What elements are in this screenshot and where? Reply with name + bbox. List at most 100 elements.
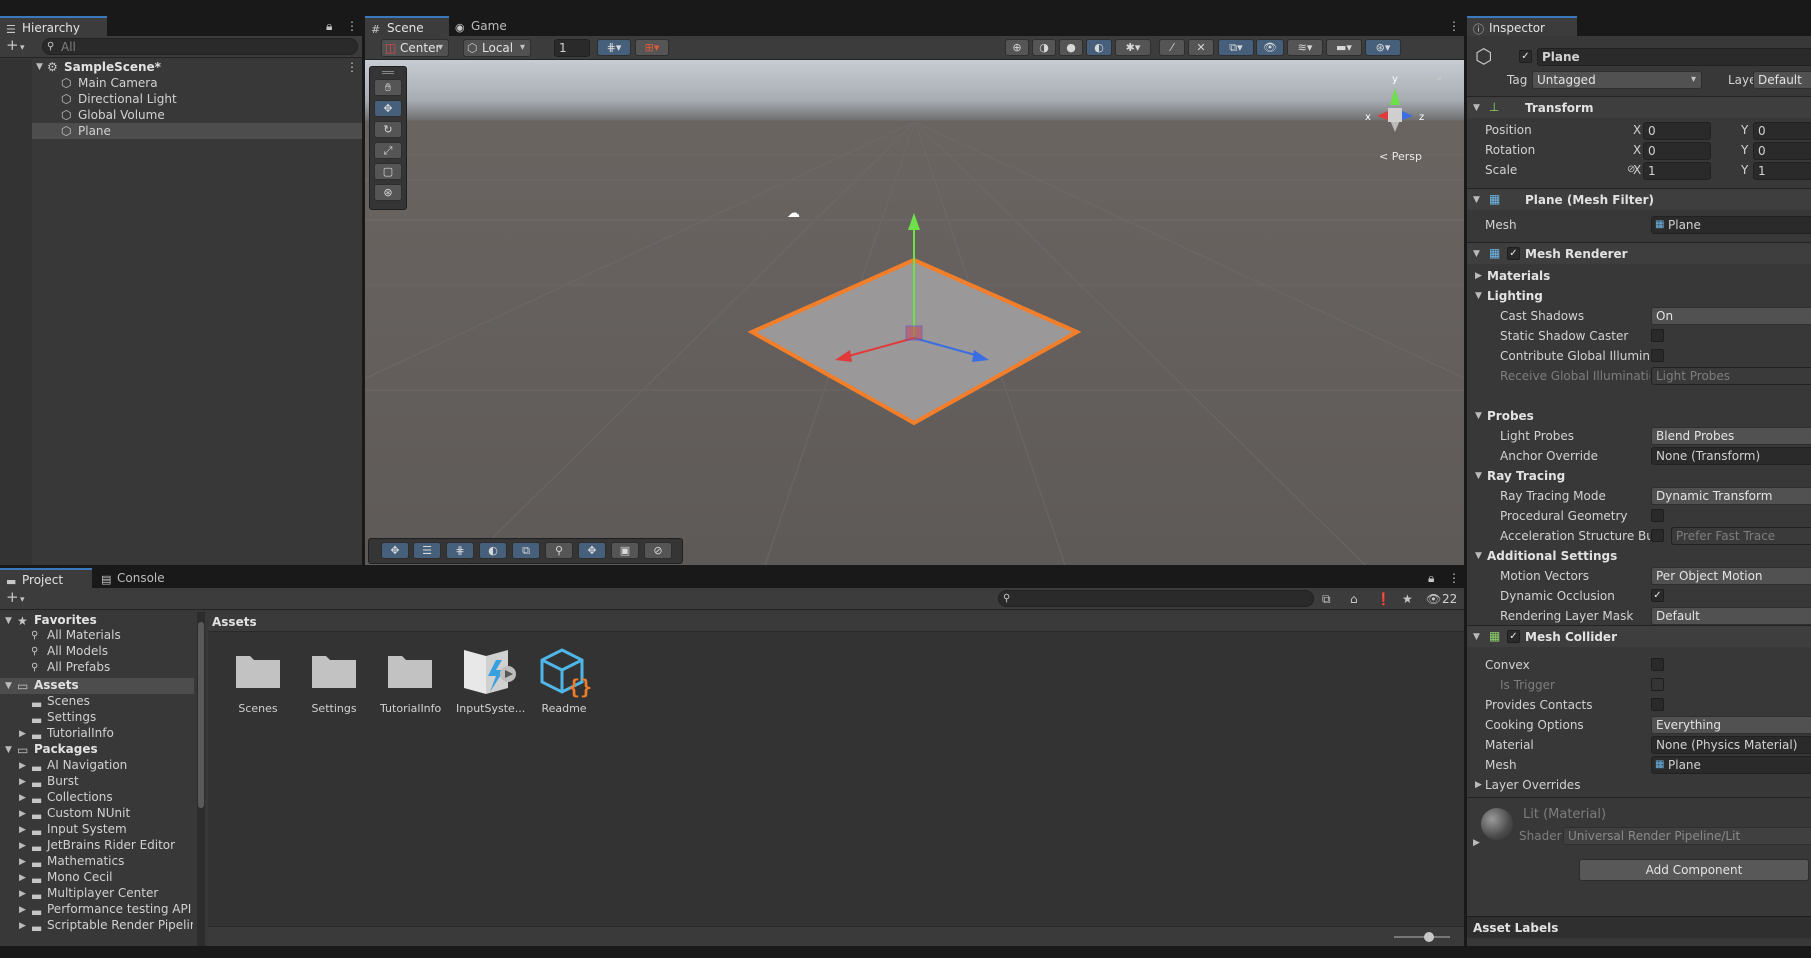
expand-arrow-icon[interactable]: ▼ xyxy=(36,62,43,72)
lock-icon[interactable]: 🔒︎ xyxy=(1428,572,1434,584)
overlay-camera-button[interactable]: ▣ xyxy=(611,542,639,559)
scrollbar-thumb[interactable] xyxy=(198,622,204,808)
ray-tracing-foldout[interactable]: Ray Tracing xyxy=(1487,469,1565,483)
mesh-renderer-enabled-checkbox[interactable]: ✓ xyxy=(1507,247,1520,260)
tab-inspector[interactable]: ⓘ Inspector xyxy=(1467,16,1577,36)
ray-tracing-mode-dropdown[interactable]: Dynamic Transform xyxy=(1651,487,1811,505)
expand-arrow-icon[interactable]: ▶ xyxy=(19,729,26,739)
asset-item-inputsystem[interactable]: InputSyste... xyxy=(456,646,525,716)
position-y-field[interactable]: 0 xyxy=(1753,122,1811,140)
tab-scene[interactable]: # Scene xyxy=(365,16,449,36)
search-by-label-icon[interactable]: ⌂ xyxy=(1350,593,1358,605)
transform-header[interactable]: ▼ ⊥ Transform xyxy=(1467,96,1811,118)
static-shadow-checkbox[interactable] xyxy=(1651,329,1664,342)
camera-button[interactable]: ▬▾ xyxy=(1326,39,1362,56)
tag-dropdown[interactable]: Untagged xyxy=(1532,71,1702,89)
cooking-options-dropdown[interactable]: Everything xyxy=(1651,716,1811,734)
2d-toggle-button[interactable]: ⁄ xyxy=(1159,39,1185,56)
tab-console[interactable]: ▤ Console xyxy=(95,568,177,588)
provides-contacts-checkbox[interactable] xyxy=(1651,698,1664,711)
lighting-foldout[interactable]: Lighting xyxy=(1487,289,1543,303)
asset-item-settings[interactable]: Settings xyxy=(304,646,364,716)
favorite-star-icon[interactable]: ★ xyxy=(1402,593,1413,605)
mesh-collider-header[interactable]: ▼ ▦ ✓ Mesh Collider xyxy=(1467,625,1811,647)
collapse-arrow-icon[interactable]: ▼ xyxy=(1473,249,1480,259)
tree-scrollbar[interactable] xyxy=(197,612,205,946)
assets-root-row[interactable]: ▼ ▭ Assets xyxy=(0,678,194,694)
perspective-toggle[interactable]: < Persp xyxy=(1379,150,1422,163)
orientation-gizmo[interactable]: y x z < Persp xyxy=(1355,70,1435,163)
cast-shadows-dropdown[interactable]: On xyxy=(1651,307,1811,325)
kebab-menu-icon[interactable]: ⋮ xyxy=(1448,572,1460,584)
expand-arrow-icon[interactable]: ▶ xyxy=(19,793,26,803)
move-tool-button[interactable]: ✥ xyxy=(374,100,402,117)
expand-arrow-icon[interactable]: ▶ xyxy=(19,777,26,787)
tab-hierarchy[interactable]: ☰ Hierarchy xyxy=(0,16,107,36)
directional-light-gizmo-icon[interactable]: ☁ xyxy=(787,207,800,220)
grid-snap-button[interactable]: ⋕▾ xyxy=(597,39,631,56)
lock-icon[interactable]: 🔒︎ xyxy=(1437,72,1442,84)
materials-foldout[interactable]: Materials xyxy=(1487,269,1550,283)
asset-labels-bar[interactable]: Asset Labels xyxy=(1467,916,1811,938)
expand-arrow-icon[interactable]: ▶ xyxy=(19,905,26,915)
expand-arrow-icon[interactable]: ▶ xyxy=(19,857,26,867)
additional-settings-foldout[interactable]: Additional Settings xyxy=(1487,549,1617,563)
collapse-arrow-icon[interactable]: ▼ xyxy=(5,616,12,626)
dynamic-occlusion-checkbox[interactable]: ✓ xyxy=(1651,589,1664,602)
list-item[interactable]: ⬡ Global Volume xyxy=(0,107,362,123)
physics-material-field[interactable]: None (Physics Material) xyxy=(1651,736,1811,754)
grid-visibility-button[interactable]: ⊞▾ xyxy=(635,39,669,56)
tab-game[interactable]: ◉ Game xyxy=(449,16,519,36)
snap-increment-field[interactable]: 1 xyxy=(554,39,590,57)
move-gizmo[interactable] xyxy=(365,60,1464,565)
light-probes-dropdown[interactable]: Blend Probes xyxy=(1651,427,1811,445)
expand-arrow-icon[interactable]: ▶ xyxy=(19,889,26,899)
kebab-menu-icon[interactable]: ⋮ xyxy=(346,20,358,32)
expand-arrow-icon[interactable]: ▶ xyxy=(1475,780,1482,790)
expand-arrow-icon[interactable]: ▶ xyxy=(19,921,26,931)
collapse-arrow-icon[interactable]: ▼ xyxy=(1475,411,1482,421)
expand-arrow-icon[interactable]: ▶ xyxy=(1473,838,1480,848)
overlay-snap-button[interactable]: ✥ xyxy=(578,542,606,559)
asset-item-readme[interactable]: {} Readme xyxy=(534,646,594,716)
drag-handle[interactable] xyxy=(382,71,394,74)
rotate-tool-button[interactable]: ↻ xyxy=(374,121,402,138)
convex-checkbox[interactable] xyxy=(1651,658,1664,671)
position-x-field[interactable]: 0 xyxy=(1643,122,1711,140)
rect-tool-button[interactable]: ▢ xyxy=(374,163,402,180)
expand-arrow-icon[interactable]: ▶ xyxy=(19,761,26,771)
asset-item-tutorialinfo[interactable]: TutorialInfo xyxy=(380,646,441,716)
contribute-gi-checkbox[interactable] xyxy=(1651,349,1664,362)
shaded-button[interactable]: ● xyxy=(1059,39,1083,56)
probes-foldout[interactable]: Probes xyxy=(1487,409,1534,423)
chevron-down-icon[interactable]: ▾ xyxy=(20,42,25,54)
list-item[interactable]: ⬡ Directional Light xyxy=(0,91,362,107)
hand-tool-button[interactable]: ✋︎ xyxy=(374,79,402,96)
rotation-y-field[interactable]: 0 xyxy=(1753,142,1811,160)
tab-project[interactable]: ▬ Project xyxy=(0,568,92,588)
scale-tool-button[interactable]: ⤢ xyxy=(374,142,402,159)
debug-draw-mode-button[interactable]: ✱▾ xyxy=(1115,39,1151,56)
mesh-renderer-header[interactable]: ▼ ▦ ✓ Mesh Renderer xyxy=(1467,242,1811,264)
scale-y-field[interactable]: 1 xyxy=(1753,162,1811,180)
expand-arrow-icon[interactable]: ▶ xyxy=(19,825,26,835)
collapse-arrow-icon[interactable]: ▼ xyxy=(1473,195,1480,205)
list-item[interactable]: ⬡ Main Camera xyxy=(0,75,362,91)
motion-vectors-dropdown[interactable]: Per Object Motion xyxy=(1651,567,1811,585)
shaded-wireframe-button[interactable]: ◑ xyxy=(1032,39,1056,56)
lighting-toggle-button[interactable]: ✕ xyxy=(1188,39,1214,56)
search-input[interactable]: ⚲ All xyxy=(42,38,358,55)
layers-button[interactable]: ≋▾ xyxy=(1287,39,1323,56)
overlay-search-button[interactable]: ⚲ xyxy=(545,542,573,559)
mesh-field[interactable]: ▦ Plane xyxy=(1651,216,1811,234)
overlay-move-button[interactable]: ✥ xyxy=(381,542,409,559)
collapse-arrow-icon[interactable]: ▼ xyxy=(1475,471,1482,481)
asset-item-scenes[interactable]: Scenes xyxy=(228,646,288,716)
mesh-filter-header[interactable]: ▼ ▦ Plane (Mesh Filter) xyxy=(1467,188,1811,210)
active-checkbox[interactable]: ✓ xyxy=(1519,50,1532,63)
slider-handle[interactable] xyxy=(1424,932,1434,942)
overlay-shading-button[interactable]: ◐ xyxy=(479,542,507,559)
icon-size-slider[interactable] xyxy=(1394,932,1450,942)
expand-arrow-icon[interactable]: ▶ xyxy=(1475,271,1482,281)
wireframe-button[interactable]: ⊕ xyxy=(1005,39,1029,56)
